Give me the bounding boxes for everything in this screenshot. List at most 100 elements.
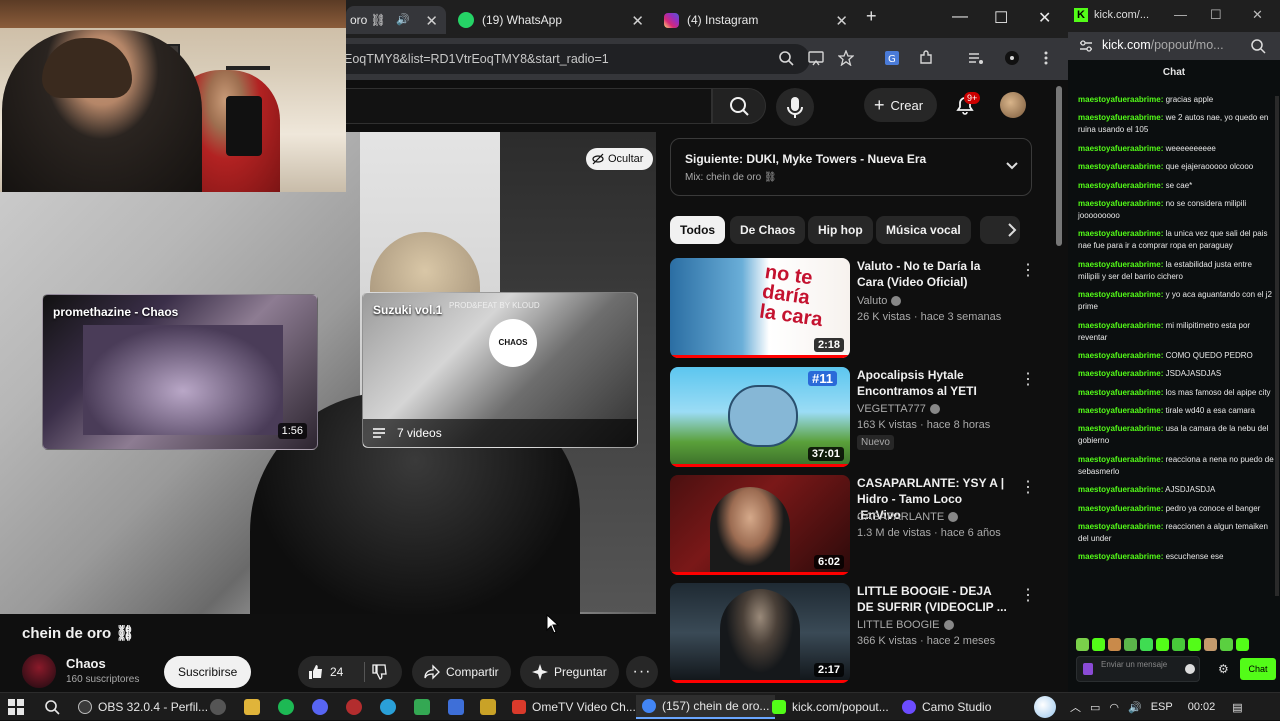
chat-username[interactable]: maestoyafueraabrime: — [1078, 351, 1163, 360]
endcard-playlist[interactable]: PROD&FEAT BY KLOUD CHAOS Suzuki vol.1 7 … — [362, 292, 638, 448]
recommendation-item[interactable]: #11 37:01 Apocalipsis Hytale Encontramos… — [670, 367, 1050, 467]
kick-url-field[interactable]: kick.com/popout/mo... — [1102, 38, 1224, 52]
emote-icon[interactable] — [1108, 638, 1121, 651]
chat-username[interactable]: maestoyafueraabrime: — [1078, 455, 1163, 464]
close-window-icon[interactable]: ✕ — [1038, 8, 1051, 28]
send-chat-button[interactable]: Chat — [1240, 658, 1276, 680]
emote-icon[interactable] — [1204, 638, 1217, 651]
hide-endcards-button[interactable]: Ocultar — [586, 148, 654, 170]
language-indicator[interactable]: ESP — [1151, 701, 1173, 713]
minimize-icon[interactable]: — — [1174, 7, 1187, 22]
emote-icon[interactable] — [1220, 638, 1233, 651]
notification-center-icon[interactable]: ▤ — [1232, 701, 1242, 714]
spotify-icon[interactable] — [278, 699, 294, 715]
dislike-button[interactable] — [372, 664, 388, 680]
like-button[interactable]: 24 — [298, 656, 364, 688]
zoom-icon[interactable] — [1250, 38, 1266, 54]
chat-username[interactable]: maestoyafueraabrime: — [1078, 290, 1163, 299]
bookmark-star-icon[interactable] — [838, 50, 856, 68]
network-icon[interactable]: ▭ — [1090, 701, 1100, 714]
account-avatar[interactable] — [1000, 92, 1026, 118]
edge-icon[interactable] — [380, 699, 396, 715]
new-tab-button[interactable]: + — [866, 6, 877, 27]
taskbar-kick[interactable]: kick.com/popout... — [766, 695, 895, 719]
drive-icon[interactable] — [414, 699, 430, 715]
recommendation-title[interactable]: Valuto - No te Daría la Cara (Video Ofic… — [857, 258, 1007, 290]
maximize-icon[interactable]: ☐ — [994, 8, 1008, 28]
media-control-icon[interactable] — [968, 50, 986, 68]
app-icon[interactable] — [448, 699, 464, 715]
recommendation-title[interactable]: LITTLE BOOGIE - DEJA DE SUFRIR (VIDEOCLI… — [857, 583, 1007, 615]
tab-whatsapp[interactable]: (19) WhatsApp ✕ — [456, 6, 652, 34]
chat-username[interactable]: maestoyafueraabrime: — [1078, 181, 1163, 190]
emote-icon[interactable] — [1092, 638, 1105, 651]
recommendation-thumbnail[interactable]: #11 37:01 — [670, 367, 850, 467]
chat-username[interactable]: maestoyafueraabrime: — [1078, 199, 1163, 208]
cast-icon[interactable] — [808, 50, 826, 68]
more-vertical-icon[interactable]: ⋮ — [1020, 585, 1036, 605]
voice-search-mic-icon[interactable] — [776, 88, 814, 126]
scrollbar[interactable] — [1056, 86, 1062, 246]
recommendation-title[interactable]: Apocalipsis Hytale Encontramos al YETI — [857, 367, 1007, 399]
weather-icon[interactable] — [1034, 696, 1056, 718]
chat-username[interactable]: maestoyafueraabrime: — [1078, 321, 1163, 330]
recommendation-item[interactable]: 2:17 LITTLE BOOGIE - DEJA DE SUFRIR (VID… — [670, 583, 1050, 683]
site-settings-icon[interactable] — [1078, 38, 1094, 54]
clock[interactable]: 00:02 — [1188, 701, 1216, 713]
taskbar-camo[interactable]: Camo Studio — [896, 695, 997, 719]
more-vertical-icon[interactable]: ⋮ — [1020, 477, 1036, 497]
search-button[interactable] — [712, 88, 766, 124]
chevron-up-icon[interactable]: ︿ — [1070, 699, 1081, 715]
recommendation-item[interactable]: 6:02 CASAPARLANTE: YSY A | Hidro - Tamo … — [670, 475, 1050, 575]
search-input[interactable] — [346, 88, 712, 124]
close-window-icon[interactable]: ✕ — [1252, 7, 1263, 23]
close-tab-icon[interactable]: ✕ — [631, 12, 644, 30]
subscribe-button[interactable]: Suscribirse — [164, 656, 252, 688]
speaker-icon[interactable]: 🔊 — [396, 13, 410, 26]
taskbar-youtube-chrome[interactable]: (157) chein de oro... — [636, 695, 776, 719]
emote-icon[interactable] — [1188, 638, 1201, 651]
more-actions-button[interactable]: ··· — [626, 656, 658, 688]
chat-username[interactable]: maestoyafueraabrime: — [1078, 388, 1163, 397]
more-vertical-icon[interactable]: ⋮ — [1020, 260, 1036, 280]
close-tab-icon[interactable]: ✕ — [835, 12, 848, 30]
recommendation-channel[interactable]: VEGETTA777 — [857, 403, 940, 415]
chip-de-chaos[interactable]: De Chaos — [730, 216, 806, 244]
chat-username[interactable]: maestoyafueraabrime: — [1078, 522, 1163, 531]
emote-icon[interactable] — [1124, 638, 1137, 651]
create-button[interactable]: + Crear — [864, 88, 938, 122]
search-icon[interactable] — [44, 699, 60, 715]
zoom-icon[interactable] — [778, 50, 796, 68]
file-explorer-icon[interactable] — [244, 699, 260, 715]
recommendation-thumbnail[interactable]: 6:02 — [670, 475, 850, 575]
chat-username[interactable]: maestoyafueraabrime: — [1078, 113, 1163, 122]
discord-icon[interactable] — [312, 699, 328, 715]
emote-icon[interactable] — [1076, 638, 1089, 651]
chat-input[interactable]: Enviar un mensaje — [1076, 656, 1200, 682]
chatgpt-icon[interactable] — [210, 699, 226, 715]
ask-button[interactable]: Preguntar — [520, 656, 619, 688]
emoji-icon[interactable] — [1185, 664, 1195, 674]
chevron-down-icon[interactable] — [1005, 159, 1019, 173]
volume-icon[interactable]: 🔊 — [1128, 701, 1142, 714]
taskbar-ometv[interactable]: OmeTV Video Ch... — [506, 695, 642, 719]
profile-icon[interactable] — [1004, 50, 1022, 68]
emote-icon[interactable] — [1156, 638, 1169, 651]
emote-icon[interactable] — [1140, 638, 1153, 651]
chip-musica-vocal[interactable]: Música vocal — [876, 216, 971, 244]
chat-username[interactable]: maestoyafueraabrime: — [1078, 552, 1163, 561]
emote-icon[interactable] — [1172, 638, 1185, 651]
chat-username[interactable]: maestoyafueraabrime: — [1078, 369, 1163, 378]
chat-username[interactable]: maestoyafueraabrime: — [1078, 260, 1163, 269]
chat-username[interactable]: maestoyafueraabrime: — [1078, 144, 1163, 153]
share-button[interactable]: Compartir — [412, 656, 511, 688]
recommendation-thumbnail[interactable]: 2:17 — [670, 583, 850, 683]
recommendation-item[interactable]: no te daría la cara 2:18 Valuto - No te Da… — [670, 258, 1050, 358]
recommendation-channel[interactable]: Valuto — [857, 295, 902, 307]
chrome-menu-icon[interactable] — [1038, 50, 1056, 68]
chat-username[interactable]: maestoyafueraabrime: — [1078, 504, 1163, 513]
close-tab-icon[interactable]: ✕ — [425, 12, 438, 30]
chat-username[interactable]: maestoyafueraabrime: — [1078, 406, 1163, 415]
chevron-right-icon[interactable] — [1002, 218, 1022, 242]
channel-avatar[interactable] — [22, 654, 56, 688]
